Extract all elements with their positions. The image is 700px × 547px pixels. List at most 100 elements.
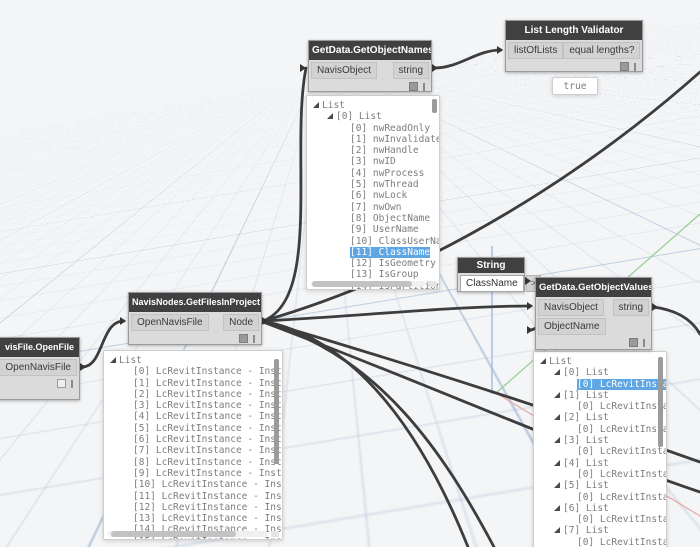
list-item[interactable]: [9] LcRevitInstance - Instance - (104, 468, 282, 479)
horizontal-scrollbar-thumb[interactable] (111, 531, 236, 537)
preview-toggle-icon[interactable] (629, 338, 638, 347)
expander-icon[interactable] (554, 482, 560, 488)
node-title[interactable]: List Length Validator (506, 21, 642, 40)
list-item[interactable]: [8] ObjectName (307, 213, 439, 224)
expander-icon[interactable] (110, 357, 116, 363)
node-openfile[interactable]: visFile.OpenFile OpenNavisFile (0, 337, 80, 400)
wire-getvalues-out[interactable] (653, 307, 700, 334)
preview-toggle-icon[interactable] (409, 82, 418, 91)
expander-icon[interactable] (554, 414, 560, 420)
list-item[interactable]: [0] LcRevitInstance (534, 537, 666, 547)
vertical-scrollbar-thumb[interactable] (274, 359, 279, 464)
node-menu-icon[interactable] (423, 83, 425, 91)
preview-toggle-icon[interactable] (239, 334, 248, 343)
list-item[interactable]: [2] List (534, 412, 666, 423)
vertical-scrollbar-thumb[interactable] (432, 99, 437, 113)
getvalues-preview-bubble[interactable]: List[0] List[0] LcRevitInstance[1] List[… (533, 351, 667, 547)
list-item[interactable]: [0] LcRevitInstance (534, 469, 666, 480)
input-port-objectname[interactable]: ObjectName (538, 318, 606, 335)
expander-icon[interactable] (327, 113, 333, 119)
list-item[interactable]: [2] LcRevitInstance - Instance - (104, 389, 282, 400)
horizontal-scrollbar[interactable] (108, 531, 268, 537)
node-title[interactable]: String (458, 258, 524, 273)
node-menu-icon[interactable] (71, 380, 73, 388)
input-port-navisobject[interactable]: NavisObject (538, 299, 604, 316)
node-string[interactable]: String ClassName > (457, 257, 525, 292)
expander-icon[interactable] (554, 392, 560, 398)
expander-icon[interactable] (554, 369, 560, 375)
list-item[interactable]: [3] List (534, 435, 666, 446)
node-title[interactable]: GetData.GetObjectNames (309, 41, 431, 60)
node-getobjectnames[interactable]: GetData.GetObjectNames NavisObject strin… (308, 40, 432, 92)
list-item[interactable]: [4] List (534, 458, 666, 469)
output-port-string[interactable]: string (393, 62, 429, 79)
list-item[interactable]: [9] UserName (307, 224, 439, 235)
list-item[interactable]: [7] LcRevitInstance - Instance - (104, 445, 282, 456)
list-item[interactable]: [4] nwProcess (307, 168, 439, 179)
list-item[interactable]: [0] LcRevitInstance - Instance - (104, 366, 282, 377)
list-item[interactable]: [6] nwLock (307, 190, 439, 201)
wire-getnames-to-validator[interactable] (434, 50, 501, 68)
node-listlengthvalidator[interactable]: List Length Validator listOfLists equal … (505, 20, 643, 72)
input-port-opennavisfile[interactable]: OpenNavisFile (131, 314, 209, 331)
horizontal-scrollbar[interactable] (311, 281, 425, 287)
wire-node-to-bottom-1[interactable] (263, 321, 468, 547)
expander-icon[interactable] (554, 505, 560, 511)
expander-icon[interactable] (313, 102, 319, 108)
input-port-navisobject[interactable]: NavisObject (311, 62, 377, 79)
list-item[interactable]: List (104, 355, 282, 366)
list-item[interactable]: [3] nwID (307, 156, 439, 167)
list-item[interactable]: [11] ClassName (307, 247, 439, 258)
list-item[interactable]: [1] List (534, 390, 666, 401)
list-item[interactable]: [13] IsGroup (307, 269, 439, 280)
node-menu-icon[interactable] (634, 63, 636, 71)
expander-icon[interactable] (540, 358, 546, 364)
list-item[interactable]: [0] LcRevitInstance (534, 401, 666, 412)
output-port-string[interactable]: string (613, 299, 649, 316)
list-item[interactable]: [0] List (307, 111, 439, 122)
string-value-input[interactable]: ClassName (460, 275, 524, 292)
horizontal-scrollbar-thumb[interactable] (312, 281, 412, 287)
list-item[interactable]: [0] LcRevitInstance (534, 446, 666, 457)
list-item[interactable]: [13] LcRevitInstance - Instance - (104, 513, 282, 524)
list-item[interactable]: [5] LcRevitInstance - Instance - (104, 423, 282, 434)
list-item[interactable]: [12] IsGeometry (307, 258, 439, 269)
list-item[interactable]: [8] LcRevitInstance - Instance - (104, 457, 282, 468)
expander-icon[interactable] (554, 437, 560, 443)
expander-icon[interactable] (554, 460, 560, 466)
node-getobjectvalues[interactable]: GetData.GetObjectValues NavisObject stri… (535, 277, 652, 350)
validator-preview-bubble[interactable]: true (552, 77, 598, 95)
expander-icon[interactable] (554, 527, 560, 533)
list-item[interactable]: [0] nwReadOnly (307, 123, 439, 134)
list-item[interactable]: [11] LcRevitInstance - Instance - (104, 491, 282, 502)
list-item[interactable]: [6] List (534, 503, 666, 514)
output-port-node[interactable]: Node (223, 314, 259, 331)
output-port-opennavisfile[interactable]: OpenNavisFile (0, 359, 77, 376)
list-item[interactable]: [7] List (534, 525, 666, 536)
getnames-preview-bubble[interactable]: List[0] List[0] nwReadOnly[1] nwInvalida… (306, 95, 440, 290)
list-item[interactable]: [5] nwThread (307, 179, 439, 190)
node-title[interactable]: visFile.OpenFile (0, 338, 79, 357)
list-item[interactable]: [3] LcRevitInstance - Instance - (104, 400, 282, 411)
node-getfilesinproject[interactable]: NavisNodes.GetFilesInProject OpenNavisFi… (128, 292, 262, 345)
list-item[interactable]: [1] LcRevitInstance - Instance - (104, 378, 282, 389)
list-item[interactable]: [0] List (534, 367, 666, 378)
list-item[interactable]: List (534, 356, 666, 367)
getfiles-preview-bubble[interactable]: List[0] LcRevitInstance - Instance -[1] … (103, 350, 283, 540)
wire-node-to-getnames[interactable] (263, 68, 306, 321)
list-item[interactable]: [4] LcRevitInstance - Instance - (104, 411, 282, 422)
list-item[interactable]: [0] LcRevitInstance (534, 514, 666, 525)
list-item[interactable]: [2] nwHandle (307, 145, 439, 156)
list-item[interactable]: [1] nwInvalidated (307, 134, 439, 145)
input-port-listoflists[interactable]: listOfLists (508, 42, 563, 59)
node-menu-icon[interactable] (643, 339, 645, 347)
dynamo-workspace-canvas[interactable]: true List[0] List[0] nwReadOnly[1] nwInv… (0, 0, 700, 547)
output-port-equal-lengths[interactable]: equal lengths? (563, 42, 640, 59)
list-item[interactable]: [6] LcRevitInstance - Instance - (104, 434, 282, 445)
list-item[interactable]: List (307, 100, 439, 111)
list-item[interactable]: [0] LcRevitInstance (534, 492, 666, 503)
list-item[interactable]: [5] List (534, 480, 666, 491)
list-item[interactable]: [7] nwOwn (307, 202, 439, 213)
node-title[interactable]: NavisNodes.GetFilesInProject (129, 293, 261, 312)
vertical-scrollbar-thumb[interactable] (658, 357, 663, 447)
